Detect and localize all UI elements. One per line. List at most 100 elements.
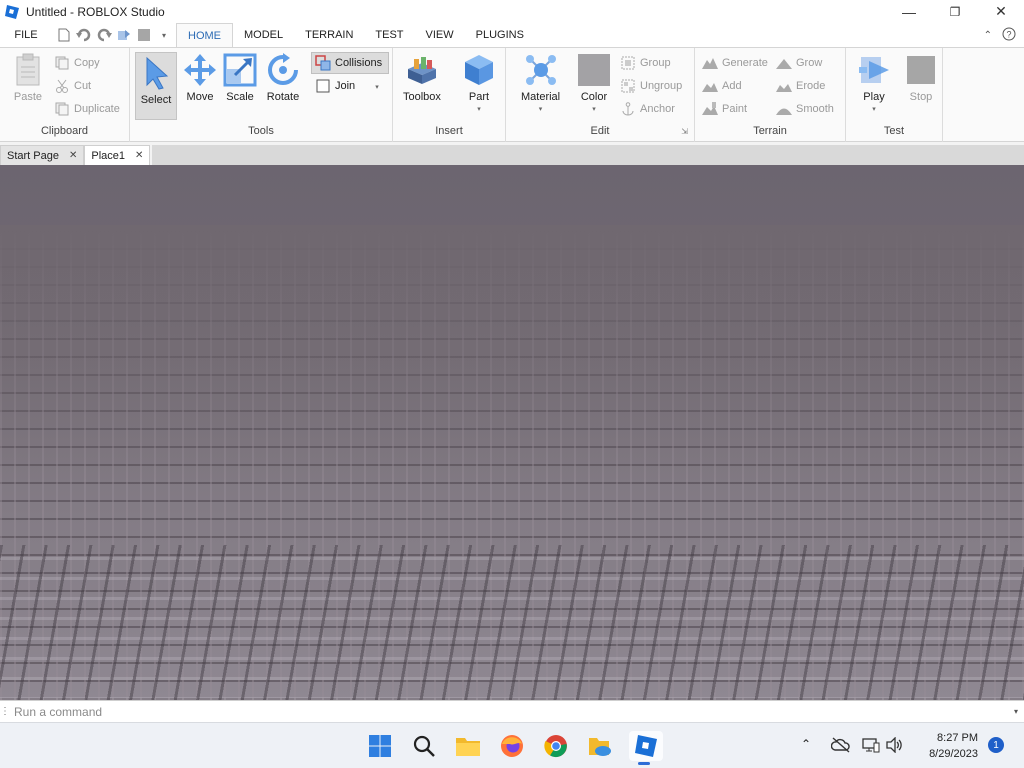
svg-text:?: ?: [1006, 29, 1011, 39]
insert-group-label: Insert: [435, 125, 463, 137]
window-title: Untitled - ROBLOX Studio: [26, 4, 165, 19]
anchor-label: Anchor: [640, 103, 675, 115]
paint-terrain-button[interactable]: Paint: [702, 100, 747, 118]
move-button[interactable]: Move: [182, 52, 218, 103]
group-button[interactable]: Group: [620, 54, 671, 72]
grow-terrain-button[interactable]: Grow: [776, 54, 822, 72]
select-label: Select: [140, 94, 172, 106]
scissors-icon: [54, 78, 70, 94]
cut-button[interactable]: Cut: [54, 77, 91, 95]
rotate-button[interactable]: Rotate: [265, 52, 301, 103]
move-arrows-icon: [182, 52, 218, 88]
toolbox-button[interactable]: Toolbox: [403, 52, 441, 103]
scale-button[interactable]: Scale: [222, 52, 258, 103]
new-file-icon[interactable]: [56, 27, 72, 43]
speaker-icon: [886, 737, 902, 753]
tab-terrain[interactable]: TERRAIN: [294, 23, 364, 47]
join-dropdown-icon[interactable]: ▾: [375, 83, 379, 91]
terrain-grow-icon: [776, 55, 792, 71]
part-dropdown-icon[interactable]: ▾: [477, 105, 481, 113]
group-icon: [620, 55, 636, 71]
roblox-studio-taskbar-button[interactable]: [629, 731, 663, 765]
color-dropdown-icon[interactable]: ▾: [592, 105, 596, 113]
notification-badge[interactable]: 1: [988, 737, 1004, 753]
play-dropdown-icon[interactable]: ▾: [872, 105, 876, 113]
add-terrain-button[interactable]: Add: [702, 77, 742, 95]
clipboard-group: Paste Copy Cut Duplicate Clipboard: [0, 48, 130, 142]
color-button[interactable]: Color ▾: [576, 52, 612, 113]
chrome-icon: [544, 735, 567, 758]
help-icon[interactable]: ?: [1002, 27, 1016, 44]
tray-overflow-button[interactable]: ⌃: [801, 737, 811, 751]
start-button[interactable]: [365, 731, 395, 761]
taskbar-clock[interactable]: 8:27 PM 8/29/2023: [929, 730, 978, 762]
scale-label: Scale: [226, 91, 254, 103]
close-tab-icon[interactable]: ✕: [135, 150, 143, 161]
folder-cloud-icon: [589, 738, 611, 756]
duplicate-button[interactable]: Duplicate: [54, 100, 120, 118]
chrome-button[interactable]: [541, 731, 571, 761]
collapse-ribbon-icon[interactable]: ⌃: [984, 30, 992, 41]
material-icon: [523, 52, 559, 88]
redo-icon[interactable]: [96, 27, 112, 43]
close-tab-icon[interactable]: ✕: [69, 150, 77, 161]
maximize-button[interactable]: ❐: [932, 0, 978, 23]
join-checkbox-icon: [315, 78, 331, 94]
edit-settings-launcher-icon[interactable]: ⇲: [681, 127, 688, 136]
undo-icon[interactable]: [76, 27, 92, 43]
file-menu[interactable]: FILE: [0, 23, 52, 47]
ungroup-button[interactable]: Ungroup: [620, 77, 682, 95]
tab-model[interactable]: MODEL: [233, 23, 294, 47]
restore-icon: ❐: [949, 4, 961, 19]
play-button[interactable]: Play ▾: [856, 52, 892, 113]
tab-view[interactable]: VIEW: [415, 23, 465, 47]
clock-date: 8/29/2023: [929, 748, 978, 760]
anchor-icon: [620, 101, 636, 117]
onedrive-tray-button[interactable]: [831, 737, 851, 753]
volume-tray-button[interactable]: [886, 737, 904, 753]
generate-terrain-button[interactable]: Generate: [702, 54, 768, 72]
tools-group: Select Move Scale Rotate Collisions Join…: [130, 48, 393, 142]
material-dropdown-icon[interactable]: ▾: [539, 105, 543, 113]
roblox-player-folder-button[interactable]: [585, 731, 615, 761]
doc-tab-place1[interactable]: Place1 ✕: [84, 145, 151, 165]
command-history-dropdown-icon[interactable]: ▾: [1008, 707, 1024, 716]
stop-button[interactable]: Stop: [903, 52, 939, 103]
copy-button[interactable]: Copy: [54, 54, 100, 72]
publish-icon[interactable]: [116, 27, 132, 43]
tab-plugins[interactable]: PLUGINS: [465, 23, 535, 47]
3d-viewport[interactable]: [0, 165, 1024, 700]
tab-home[interactable]: HOME: [176, 23, 233, 47]
anchor-button[interactable]: Anchor: [620, 100, 675, 118]
smooth-terrain-button[interactable]: Smooth: [776, 100, 834, 118]
doc-tab-start-page[interactable]: Start Page ✕: [0, 145, 85, 165]
cloud-offline-icon: [831, 737, 850, 753]
folder-icon: [456, 738, 480, 756]
color-label: Color: [580, 91, 608, 103]
material-label: Material: [521, 91, 561, 103]
select-button[interactable]: Select: [135, 52, 177, 120]
network-tray-button[interactable]: [862, 737, 880, 753]
firefox-button[interactable]: [497, 731, 527, 761]
paste-button[interactable]: Paste: [10, 52, 46, 103]
join-toggle[interactable]: Join ▾: [315, 77, 379, 95]
edit-group: Material ▾ Color ▾ Group Ungroup Anchor …: [506, 48, 695, 142]
stop-icon[interactable]: [136, 27, 152, 43]
rotate-label: Rotate: [266, 91, 300, 103]
material-button[interactable]: Material ▾: [521, 52, 560, 113]
tools-group-label: Tools: [248, 125, 274, 137]
command-bar-grip-icon[interactable]: ⋮: [0, 706, 10, 717]
file-explorer-button[interactable]: [453, 731, 483, 761]
minimize-button[interactable]: —: [886, 0, 932, 23]
erode-terrain-button[interactable]: Erode: [776, 77, 825, 95]
command-input[interactable]: [8, 704, 1008, 719]
customize-qat-icon[interactable]: ▾: [156, 27, 172, 43]
close-button[interactable]: ✕: [978, 0, 1024, 23]
search-button[interactable]: [409, 731, 439, 761]
duplicate-label: Duplicate: [74, 103, 120, 115]
quick-access-toolbar: ▾: [52, 23, 176, 47]
tab-test[interactable]: TEST: [364, 23, 414, 47]
play-icon: [856, 52, 892, 88]
part-button[interactable]: Part ▾: [461, 52, 497, 113]
collisions-toggle[interactable]: Collisions: [311, 52, 389, 74]
